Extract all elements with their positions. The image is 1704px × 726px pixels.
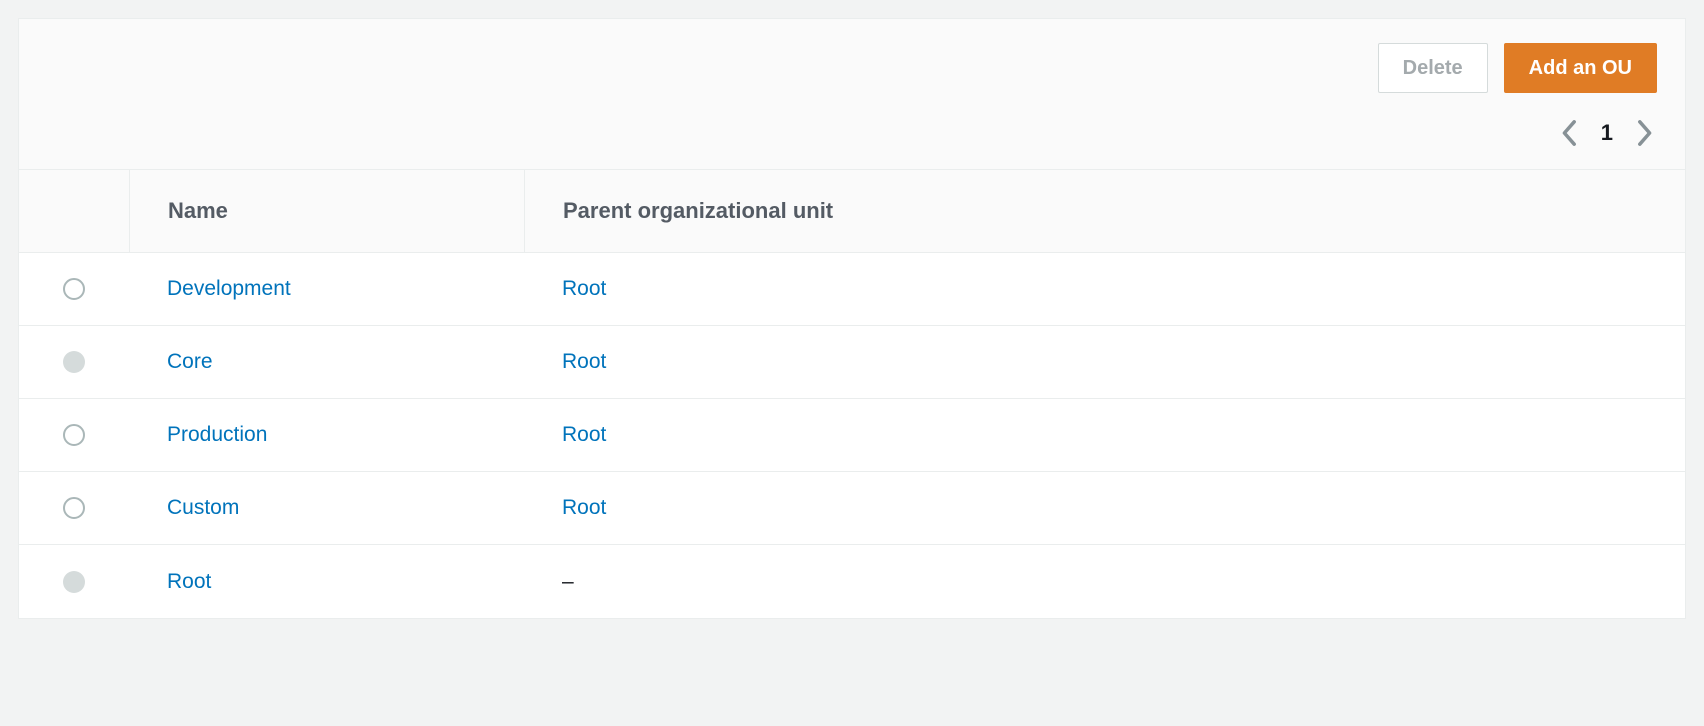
row-parent-cell: –: [524, 550, 1685, 614]
chevron-left-icon[interactable]: [1561, 119, 1579, 147]
table-row: Core Root: [19, 326, 1685, 399]
table-header: Name Parent organizational unit: [19, 169, 1685, 253]
table-row: Development Root: [19, 253, 1685, 326]
panel-header: Delete Add an OU 1: [19, 19, 1685, 169]
radio-select[interactable]: [63, 424, 85, 446]
row-parent-cell: Root: [524, 330, 1685, 394]
row-name-cell: Custom: [129, 476, 524, 540]
col-name-header: Name: [129, 170, 524, 252]
row-select-cell: [19, 571, 129, 593]
ou-parent-empty: –: [562, 570, 574, 593]
row-parent-cell: Root: [524, 476, 1685, 540]
delete-button[interactable]: Delete: [1378, 43, 1488, 93]
table-row: Production Root: [19, 399, 1685, 472]
add-ou-button[interactable]: Add an OU: [1504, 43, 1657, 93]
page-number: 1: [1601, 120, 1613, 146]
col-select-header: [19, 170, 129, 252]
table-row: Custom Root: [19, 472, 1685, 545]
ou-name-link[interactable]: Production: [167, 423, 267, 446]
radio-select-disabled: [63, 351, 85, 373]
col-parent-header: Parent organizational unit: [524, 170, 1685, 252]
action-buttons: Delete Add an OU: [1378, 43, 1657, 93]
row-select-cell: [19, 278, 129, 300]
ou-name-link[interactable]: Custom: [167, 496, 239, 519]
radio-select[interactable]: [63, 497, 85, 519]
row-name-cell: Production: [129, 403, 524, 467]
row-parent-cell: Root: [524, 257, 1685, 321]
ou-panel: Delete Add an OU 1 Name Parent organizat…: [18, 18, 1686, 619]
ou-parent-link[interactable]: Root: [562, 277, 606, 300]
radio-select-disabled: [63, 571, 85, 593]
ou-name-link[interactable]: Root: [167, 570, 211, 593]
row-select-cell: [19, 351, 129, 373]
row-name-cell: Core: [129, 330, 524, 394]
row-name-cell: Root: [129, 550, 524, 614]
ou-parent-link[interactable]: Root: [562, 496, 606, 519]
row-select-cell: [19, 497, 129, 519]
ou-name-link[interactable]: Development: [167, 277, 291, 300]
chevron-right-icon[interactable]: [1635, 119, 1653, 147]
ou-parent-link[interactable]: Root: [562, 350, 606, 373]
pagination: 1: [1561, 113, 1657, 169]
row-parent-cell: Root: [524, 403, 1685, 467]
row-name-cell: Development: [129, 257, 524, 321]
table-row: Root –: [19, 545, 1685, 618]
ou-parent-link[interactable]: Root: [562, 423, 606, 446]
table-body: Development Root Core Root Production: [19, 253, 1685, 618]
ou-name-link[interactable]: Core: [167, 350, 213, 373]
row-select-cell: [19, 424, 129, 446]
radio-select[interactable]: [63, 278, 85, 300]
